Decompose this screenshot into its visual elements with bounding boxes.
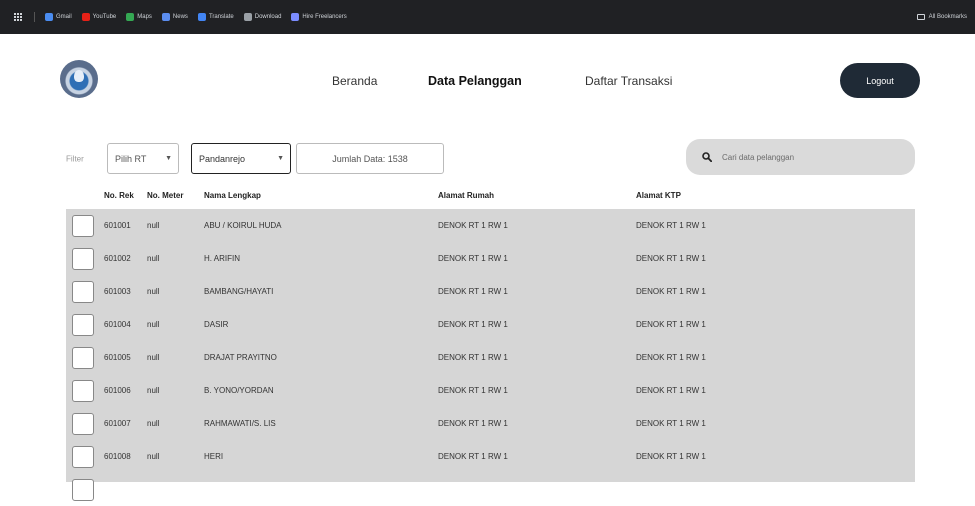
cell-no-rek: 601002 xyxy=(104,254,131,263)
nav-data-pelanggan[interactable]: Data Pelanggan xyxy=(428,74,522,88)
news-icon xyxy=(161,13,170,21)
bookmarks-separator xyxy=(34,12,35,22)
cell-no-rek: 601006 xyxy=(104,386,131,395)
cell-no-rek: 601004 xyxy=(104,320,131,329)
table-row[interactable]: 601006 null B. YONO/YORDAN DENOK RT 1 RW… xyxy=(66,374,915,407)
cell-nama: H. ARIFIN xyxy=(204,254,241,263)
bookmark-item[interactable]: News xyxy=(161,13,188,21)
cell-no-meter: null xyxy=(147,254,160,263)
bookmark-item[interactable]: YouTube xyxy=(81,13,116,21)
table-row[interactable]: 601007 null RAHMAWATI/S. LIS DENOK RT 1 … xyxy=(66,407,915,440)
data-count: Jumlah Data: 1538 xyxy=(296,143,444,174)
table-row[interactable] xyxy=(66,473,915,506)
cell-alamat-rumah: DENOK RT 1 RW 1 xyxy=(438,254,508,263)
cell-alamat-ktp: DENOK RT 1 RW 1 xyxy=(636,287,706,296)
folder-icon xyxy=(916,14,925,20)
freelancer-icon xyxy=(291,13,300,21)
row-checkbox[interactable] xyxy=(72,313,94,336)
cell-alamat-ktp: DENOK RT 1 RW 1 xyxy=(636,320,706,329)
table-row[interactable]: 601003 null BAMBANG/HAYATI DENOK RT 1 RW… xyxy=(66,275,915,308)
table-row[interactable]: 601002 null H. ARIFIN DENOK RT 1 RW 1 DE… xyxy=(66,242,915,275)
row-checkbox[interactable] xyxy=(72,445,94,468)
column-header-no-meter[interactable]: No. Meter xyxy=(147,191,183,200)
translate-icon xyxy=(197,13,206,21)
row-checkbox[interactable] xyxy=(72,346,94,369)
logout-button[interactable]: Logout xyxy=(840,63,920,98)
column-header-nama[interactable]: Nama Lengkap xyxy=(204,191,261,200)
area-select[interactable]: Pandanrejo ▼ xyxy=(191,143,291,174)
cell-alamat-rumah: DENOK RT 1 RW 1 xyxy=(438,353,508,362)
cell-no-rek: 601003 xyxy=(104,287,131,296)
nav-daftar-transaksi[interactable]: Daftar Transaksi xyxy=(585,74,672,88)
table-body: 601001 null ABU / KOIRUL HUDA DENOK RT 1… xyxy=(66,209,915,501)
table-row[interactable]: 601001 null ABU / KOIRUL HUDA DENOK RT 1… xyxy=(66,209,915,242)
maps-icon xyxy=(126,13,135,21)
cell-nama: BAMBANG/HAYATI xyxy=(204,287,274,296)
cell-no-meter: null xyxy=(147,221,160,230)
column-header-alamat-rumah[interactable]: Alamat Rumah xyxy=(438,191,494,200)
cell-no-meter: null xyxy=(147,452,160,461)
cell-nama: DASIR xyxy=(204,320,229,329)
cell-alamat-rumah: DENOK RT 1 RW 1 xyxy=(438,452,508,461)
search-input[interactable] xyxy=(722,152,882,162)
cell-no-rek: 601008 xyxy=(104,452,131,461)
cell-alamat-ktp: DENOK RT 1 RW 1 xyxy=(636,452,706,461)
table-header: No. Rek No. Meter Nama Lengkap Alamat Ru… xyxy=(66,181,915,209)
cell-alamat-rumah: DENOK RT 1 RW 1 xyxy=(438,419,508,428)
app-logo[interactable] xyxy=(60,60,98,98)
rt-select[interactable]: Pilih RT ▼ xyxy=(107,143,179,174)
cell-alamat-ktp: DENOK RT 1 RW 1 xyxy=(636,419,706,428)
cell-alamat-rumah: DENOK RT 1 RW 1 xyxy=(438,287,508,296)
cell-alamat-rumah: DENOK RT 1 RW 1 xyxy=(438,386,508,395)
gmail-icon xyxy=(45,13,53,21)
download-icon xyxy=(243,13,252,21)
cell-no-meter: null xyxy=(147,386,160,395)
bookmark-item[interactable]: Download xyxy=(243,13,281,21)
youtube-icon xyxy=(81,13,90,21)
row-checkbox[interactable] xyxy=(72,247,94,270)
bookmark-item[interactable]: Maps xyxy=(126,13,152,21)
cell-no-meter: null xyxy=(147,353,160,362)
search-bar[interactable] xyxy=(686,139,915,175)
table-row[interactable]: 601005 null DRAJAT PRAYITNO DENOK RT 1 R… xyxy=(66,341,915,374)
table-row[interactable]: 601004 null DASIR DENOK RT 1 RW 1 DENOK … xyxy=(66,308,915,341)
column-header-no-rek[interactable]: No. Rek xyxy=(104,191,134,200)
cell-alamat-ktp: DENOK RT 1 RW 1 xyxy=(636,353,706,362)
cell-no-meter: null xyxy=(147,419,160,428)
cell-alamat-ktp: DENOK RT 1 RW 1 xyxy=(636,254,706,263)
cell-no-rek: 601007 xyxy=(104,419,131,428)
cell-no-meter: null xyxy=(147,320,160,329)
search-icon xyxy=(702,152,712,162)
chevron-down-icon: ▼ xyxy=(277,155,284,162)
row-checkbox[interactable] xyxy=(72,214,94,237)
cell-nama: HERI xyxy=(204,452,224,461)
cell-alamat-rumah: DENOK RT 1 RW 1 xyxy=(438,320,508,329)
bookmark-item[interactable]: Hire Freelancers xyxy=(291,13,347,21)
table-row[interactable]: 601008 null HERI DENOK RT 1 RW 1 DENOK R… xyxy=(66,440,915,473)
cell-nama: RAHMAWATI/S. LIS xyxy=(204,419,276,428)
bookmark-item[interactable]: Translate xyxy=(197,13,234,21)
row-checkbox[interactable] xyxy=(72,280,94,303)
cell-alamat-ktp: DENOK RT 1 RW 1 xyxy=(636,221,706,230)
filter-label: Filter xyxy=(66,154,84,164)
all-bookmarks[interactable]: All Bookmarks xyxy=(916,14,967,20)
column-header-alamat-ktp[interactable]: Alamat KTP xyxy=(636,191,681,200)
row-checkbox[interactable] xyxy=(72,412,94,435)
cell-nama: DRAJAT PRAYITNO xyxy=(204,353,277,362)
cell-no-rek: 601005 xyxy=(104,353,131,362)
apps-grid-icon[interactable] xyxy=(14,13,22,21)
cell-no-rek: 601001 xyxy=(104,221,131,230)
cell-alamat-rumah: DENOK RT 1 RW 1 xyxy=(438,221,508,230)
cell-alamat-ktp: DENOK RT 1 RW 1 xyxy=(636,386,706,395)
cell-nama: B. YONO/YORDAN xyxy=(204,386,274,395)
bookmark-item[interactable]: Gmail xyxy=(45,13,72,21)
chevron-down-icon: ▼ xyxy=(165,155,172,162)
cell-nama: ABU / KOIRUL HUDA xyxy=(204,221,282,230)
bookmarks-bar: Gmail YouTube Maps News Translate Downlo… xyxy=(0,0,975,34)
nav-beranda[interactable]: Beranda xyxy=(332,74,377,88)
cell-no-meter: null xyxy=(147,287,160,296)
row-checkbox[interactable] xyxy=(72,379,94,402)
